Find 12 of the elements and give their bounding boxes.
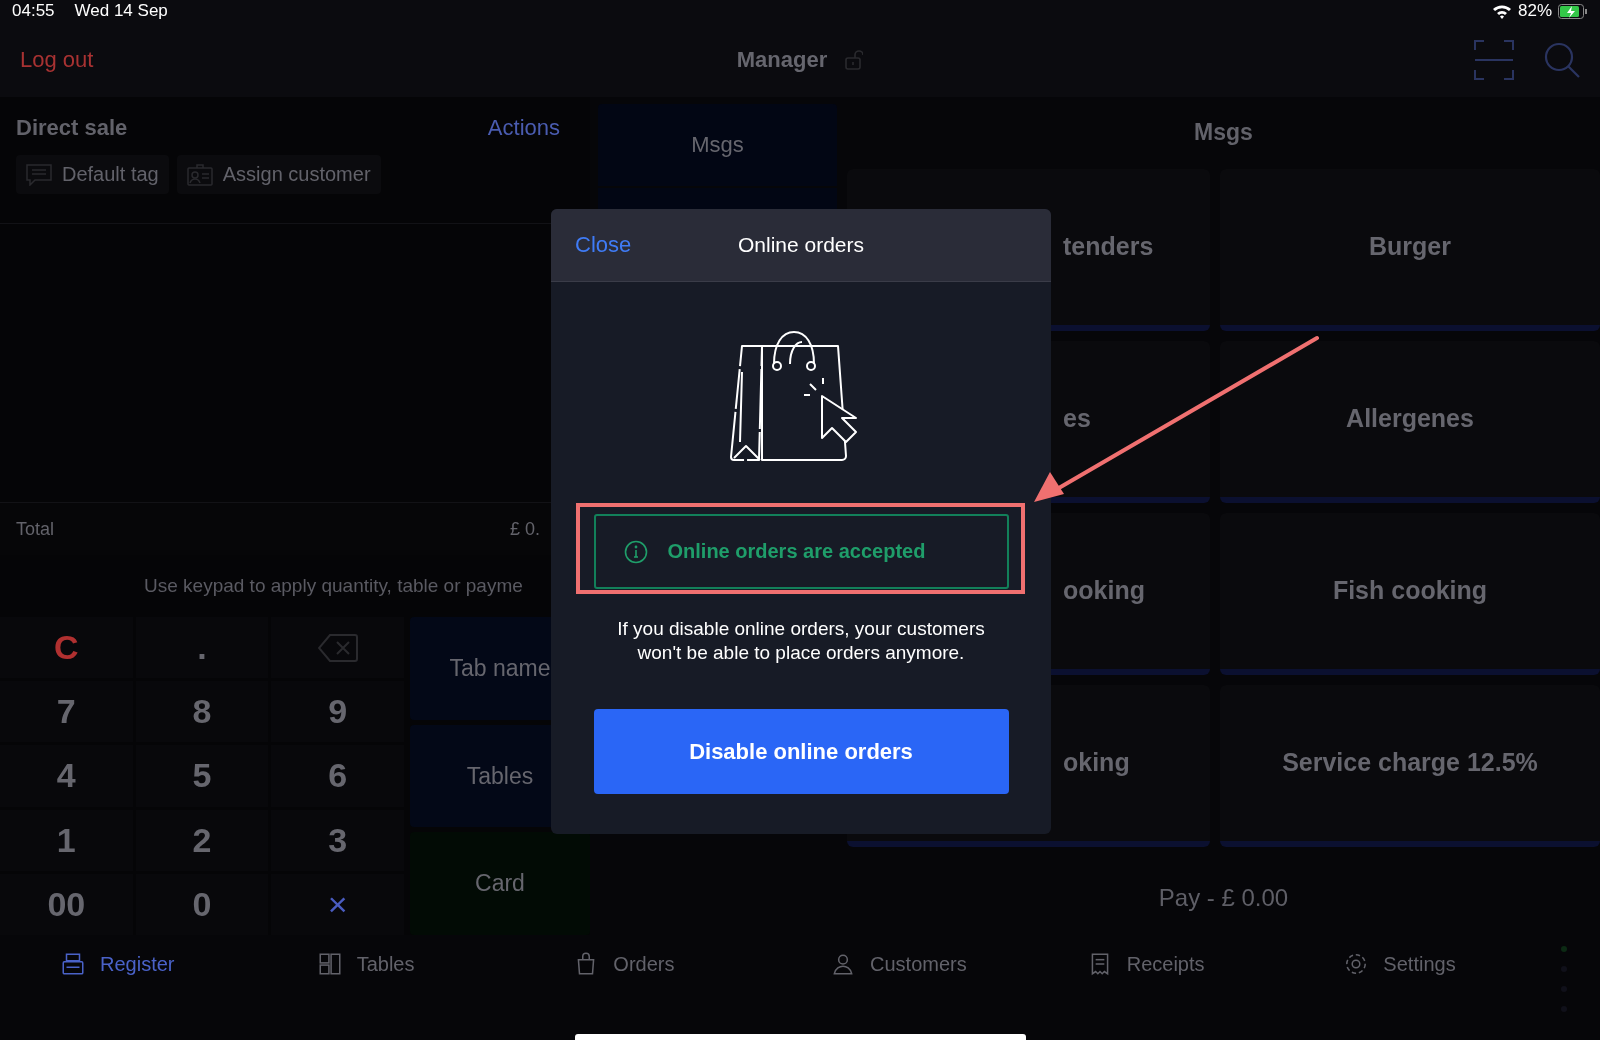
user-name: Manager xyxy=(736,46,828,73)
notice-text: Online orders are accepted xyxy=(667,540,926,563)
total-label: Total xyxy=(16,518,55,540)
battery-percent: 82% xyxy=(1517,1,1552,21)
category-title: Msgs xyxy=(1194,119,1253,147)
status-date: Wed 14 Sep xyxy=(74,1,168,21)
dialog-message: If you disable online orders, your customers won't be able to place orders anymore. xyxy=(616,617,986,665)
status-time: 04:55 xyxy=(12,1,55,21)
total-value: £ 0. xyxy=(509,518,540,540)
dialog-title: Online orders xyxy=(737,233,865,257)
keypad-hint: Use keypad to apply quantity, table or payme xyxy=(144,575,523,597)
sale-title: Direct sale xyxy=(16,115,128,141)
